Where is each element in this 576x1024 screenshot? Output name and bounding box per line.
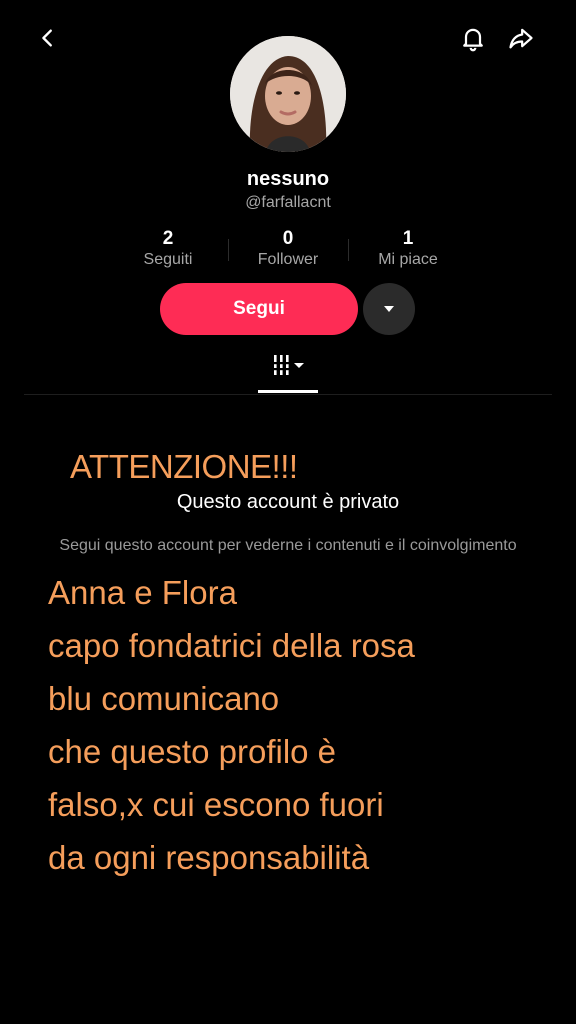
stat-label: Follower (257, 251, 319, 268)
avatar[interactable] (230, 36, 346, 152)
bell-icon (463, 28, 483, 52)
back-button[interactable] (30, 20, 66, 56)
notification-button[interactable] (455, 20, 491, 56)
stats-row: 2 Seguiti 0 Follower 1 Mi piace (108, 229, 468, 273)
stat-following[interactable]: 2 Seguiti (108, 229, 228, 273)
stat-divider (228, 239, 229, 261)
overlay-line: da ogni responsabilità (48, 839, 370, 876)
stat-value: 2 (162, 228, 174, 249)
divider (24, 394, 552, 395)
overlay-line: blu comunicano (48, 680, 280, 717)
more-options-button[interactable] (363, 283, 415, 335)
chevron-left-icon (42, 29, 52, 47)
tab-active-indicator (258, 390, 318, 393)
stat-label: Mi piace (378, 251, 438, 268)
stat-divider (348, 239, 349, 261)
overlay-line: falso,x cui escono fuori (48, 786, 384, 823)
avatar-image (230, 36, 346, 152)
tab-videos[interactable] (258, 354, 318, 390)
overlay-warning-title: ATTENZIONE!!! (70, 448, 298, 485)
profile-name: nessuno (246, 168, 330, 190)
stat-value: 1 (402, 228, 414, 249)
stat-value: 0 (282, 228, 294, 249)
overlay-line: che questo profilo è (48, 733, 337, 770)
overlay-line: Anna e Flora (48, 574, 237, 611)
profile-handle: @farfallacnt (245, 194, 331, 211)
stat-likes[interactable]: 1 Mi piace (348, 229, 468, 273)
grid-bars-icon (271, 355, 304, 375)
share-button[interactable] (503, 20, 539, 56)
follow-button[interactable]: Segui (160, 283, 358, 335)
overlay-message: Anna e Flora capo fondatrici della rosa … (48, 566, 568, 884)
caret-down-icon (384, 306, 394, 312)
private-account-subtitle: Segui questo account per vederne i conte… (59, 537, 517, 554)
stat-label: Seguiti (143, 251, 193, 268)
share-arrow-icon (509, 28, 533, 49)
overlay-line: capo fondatrici della rosa (48, 627, 415, 664)
stat-followers[interactable]: 0 Follower (228, 229, 348, 273)
private-account-title: Questo account è privato (176, 491, 400, 513)
